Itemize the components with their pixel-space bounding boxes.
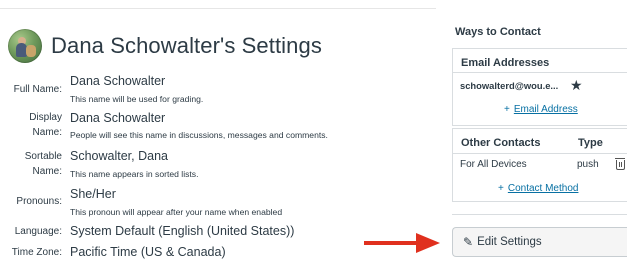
contact-name: For All Devices [460, 159, 527, 170]
other-contacts-header: Other Contacts [461, 137, 541, 149]
full-name-value: Dana Schowalter [70, 74, 166, 88]
page-header: Dana Schowalter's Settings [8, 26, 322, 66]
language-label: Language: [14, 226, 62, 237]
ways-to-contact-panel: Ways to Contact Email Addresses schowalt… [452, 0, 627, 261]
full-name-label: Full Name: [13, 84, 62, 95]
contact-type: push [577, 159, 599, 170]
display-name-value: Dana Schowalter [70, 111, 166, 125]
display-name-label-2: Name: [32, 127, 62, 138]
email-addresses-header: Email Addresses [461, 57, 550, 69]
add-contact-label: Contact Method [507, 183, 579, 194]
email-address[interactable]: schowalterd@wou.e... [460, 80, 558, 91]
other-contacts-divider [453, 153, 627, 154]
language-value: System Default (English (United States)) [70, 224, 295, 238]
pronouns-label: Pronouns: [16, 196, 62, 207]
plus-icon: + [504, 104, 510, 115]
sortable-name-label-2: Name: [32, 166, 62, 177]
pencil-icon: ✎ [463, 235, 474, 249]
add-email-address-link[interactable]: + Email Address [504, 104, 578, 115]
edit-settings-label: Edit Settings [477, 236, 542, 248]
top-divider [0, 8, 436, 9]
time-zone-value: Pacific Time (US & Canada) [70, 245, 226, 259]
email-header-divider [453, 72, 627, 73]
add-email-label: Email Address [513, 104, 578, 115]
display-name-hint: People will see this name in discussions… [70, 130, 328, 140]
plus-icon: + [498, 183, 504, 194]
ways-to-contact-title: Ways to Contact [455, 26, 541, 38]
sortable-name-hint: This name appears in sorted lists. [70, 169, 199, 179]
trash-icon[interactable] [615, 158, 625, 170]
sortable-name-label-1: Sortable [24, 151, 62, 162]
panel-divider [452, 214, 627, 215]
type-header: Type [578, 137, 603, 149]
pronouns-value: She/Her [70, 187, 116, 201]
time-zone-label: Time Zone: [11, 247, 62, 258]
edit-settings-button[interactable]: ✎ Edit Settings [452, 227, 627, 257]
sortable-name-value: Schowalter, Dana [70, 149, 168, 163]
pronouns-hint: This pronoun will appear after your name… [70, 207, 283, 217]
red-arrow [364, 233, 440, 253]
full-name-hint: This name will be used for grading. [70, 94, 204, 104]
star-icon[interactable]: ★ [570, 77, 583, 94]
avatar[interactable] [8, 29, 42, 63]
display-name-label-1: Display [29, 112, 62, 123]
add-contact-method-link[interactable]: + Contact Method [498, 183, 578, 194]
page-title: Dana Schowalter's Settings [51, 33, 322, 58]
